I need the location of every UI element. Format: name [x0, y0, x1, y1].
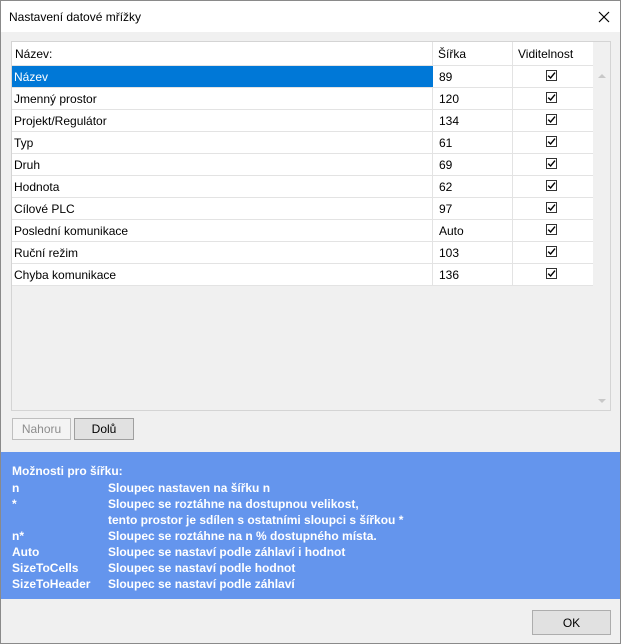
row-width-cell[interactable]: 89	[433, 66, 513, 87]
checkmark-icon	[547, 94, 556, 102]
row-name-cell[interactable]: Projekt/Regulátor	[12, 110, 433, 131]
row-width-cell[interactable]: 103	[433, 242, 513, 263]
close-button[interactable]	[588, 1, 620, 32]
visibility-checkbox[interactable]	[546, 92, 557, 103]
row-width-cell[interactable]: 61	[433, 132, 513, 153]
settings-dialog: Nastavení datové mřížky Název: Šířka Vid…	[0, 0, 621, 644]
checkmark-icon	[547, 160, 556, 168]
move-down-button[interactable]: Dolů	[74, 418, 134, 440]
column-header-visible[interactable]: Viditelnost	[513, 42, 593, 65]
visibility-checkbox[interactable]	[546, 70, 557, 81]
help-option-description: Sloupec se nastaví podle záhlaví	[108, 577, 295, 591]
column-header-width[interactable]: Šířka	[433, 42, 513, 65]
checkmark-icon	[547, 204, 556, 212]
row-visible-cell	[513, 132, 593, 153]
visibility-checkbox[interactable]	[546, 136, 557, 147]
help-option-description: Sloupec nastaven na šířku n	[108, 481, 271, 495]
grid-header: Název: Šířka Viditelnost	[12, 42, 593, 66]
visibility-checkbox[interactable]	[546, 246, 557, 257]
row-name-cell[interactable]: Druh	[12, 154, 433, 175]
close-icon	[598, 11, 610, 22]
visibility-checkbox[interactable]	[546, 224, 557, 235]
row-name-cell[interactable]: Typ	[12, 132, 433, 153]
help-option: SizeToCells Sloupec se nastaví podle hodn…	[1, 560, 620, 576]
help-option-description: Sloupec se nastaví podle hodnot	[108, 561, 296, 575]
checkmark-icon	[547, 248, 556, 256]
column-header-name[interactable]: Název:	[12, 42, 433, 65]
row-visible-cell	[513, 66, 593, 87]
scroll-up-icon[interactable]	[598, 74, 606, 78]
dialog-title: Nastavení datové mřížky	[9, 10, 142, 24]
title-bar: Nastavení datové mřížky	[1, 1, 620, 32]
table-row[interactable]: Projekt/Regulátor 134	[12, 110, 593, 132]
help-option: n* Sloupec se roztáhne na n % dostupného …	[1, 528, 620, 544]
table-row[interactable]: Jmenný prostor 120	[12, 88, 593, 110]
help-heading: Možnosti pro šířku:	[12, 464, 123, 478]
help-option-key: SizeToHeader	[12, 577, 91, 591]
row-name-cell[interactable]: Poslední komunikace	[12, 220, 433, 241]
row-name-cell[interactable]: Ruční režim	[12, 242, 433, 263]
visibility-checkbox[interactable]	[546, 158, 557, 169]
row-visible-cell	[513, 198, 593, 219]
help-option-key: n	[12, 481, 20, 495]
checkmark-icon	[547, 72, 556, 80]
row-name-cell[interactable]: Chyba komunikace	[12, 264, 433, 285]
row-visible-cell	[513, 154, 593, 175]
move-up-button[interactable]: Nahoru	[12, 418, 71, 440]
help-option: * Sloupec se roztáhne na dostupnou veliko…	[1, 496, 620, 512]
table-row[interactable]: Typ 61	[12, 132, 593, 154]
row-width-cell[interactable]: 120	[433, 88, 513, 109]
table-row[interactable]: Ruční režim 103	[12, 242, 593, 264]
row-visible-cell	[513, 176, 593, 197]
vertical-scrollbar[interactable]	[594, 66, 610, 409]
visibility-checkbox[interactable]	[546, 180, 557, 191]
table-row[interactable]: Hodnota 62	[12, 176, 593, 198]
column-settings-grid: Název: Šířka Viditelnost Název 89 Jmenný p…	[11, 41, 611, 411]
help-option-key: Auto	[12, 545, 40, 559]
width-options-help: Možnosti pro šířku: n Sloupec nastaven na…	[1, 452, 620, 599]
row-width-cell[interactable]: 136	[433, 264, 513, 285]
help-option: Auto Sloupec se nastaví podle záhlaví i h…	[1, 544, 620, 560]
checkmark-icon	[547, 270, 556, 278]
help-option: SizeToHeader Sloupec se nastaví podle záh…	[1, 576, 620, 592]
visibility-checkbox[interactable]	[546, 268, 557, 279]
row-visible-cell	[513, 264, 593, 285]
checkmark-icon	[547, 226, 556, 234]
table-row[interactable]: Cílové PLC 97	[12, 198, 593, 220]
row-name-cell[interactable]: Název	[12, 66, 433, 87]
visibility-checkbox[interactable]	[546, 114, 557, 125]
row-name-cell[interactable]: Hodnota	[12, 176, 433, 197]
row-name-cell[interactable]: Jmenný prostor	[12, 88, 433, 109]
row-width-cell[interactable]: Auto	[433, 220, 513, 241]
help-option-key: n*	[12, 529, 24, 543]
help-option: tento prostor je sdílen s ostatními slou…	[1, 512, 620, 528]
row-width-cell[interactable]: 134	[433, 110, 513, 131]
row-width-cell[interactable]: 97	[433, 198, 513, 219]
checkmark-icon	[547, 116, 556, 124]
help-option: n Sloupec nastaven na šířku n	[1, 480, 620, 496]
row-name-cell[interactable]: Cílové PLC	[12, 198, 433, 219]
row-width-cell[interactable]: 62	[433, 176, 513, 197]
row-visible-cell	[513, 88, 593, 109]
row-visible-cell	[513, 220, 593, 241]
help-option-key: SizeToCells	[12, 561, 79, 575]
help-option-description: Sloupec se nastaví podle záhlaví i hodno…	[108, 545, 346, 559]
help-option-description: Sloupec se roztáhne na dostupnou velikos…	[108, 497, 359, 511]
grid-rows: Název 89 Jmenný prostor 120 Projekt/Reguláto…	[12, 66, 593, 286]
table-row[interactable]: Poslední komunikace Auto	[12, 220, 593, 242]
scroll-down-icon[interactable]	[598, 399, 606, 403]
table-row[interactable]: Chyba komunikace 136	[12, 264, 593, 286]
help-option-description: Sloupec se roztáhne na n % dostupného mí…	[108, 529, 377, 543]
table-row[interactable]: Druh 69	[12, 154, 593, 176]
row-visible-cell	[513, 110, 593, 131]
table-row[interactable]: Název 89	[12, 66, 593, 88]
ok-button[interactable]: OK	[532, 610, 611, 635]
help-option-key: *	[12, 497, 17, 511]
visibility-checkbox[interactable]	[546, 202, 557, 213]
row-visible-cell	[513, 242, 593, 263]
help-option-description: tento prostor je sdílen s ostatními slou…	[108, 513, 404, 527]
row-width-cell[interactable]: 69	[433, 154, 513, 175]
checkmark-icon	[547, 182, 556, 190]
checkmark-icon	[547, 138, 556, 146]
